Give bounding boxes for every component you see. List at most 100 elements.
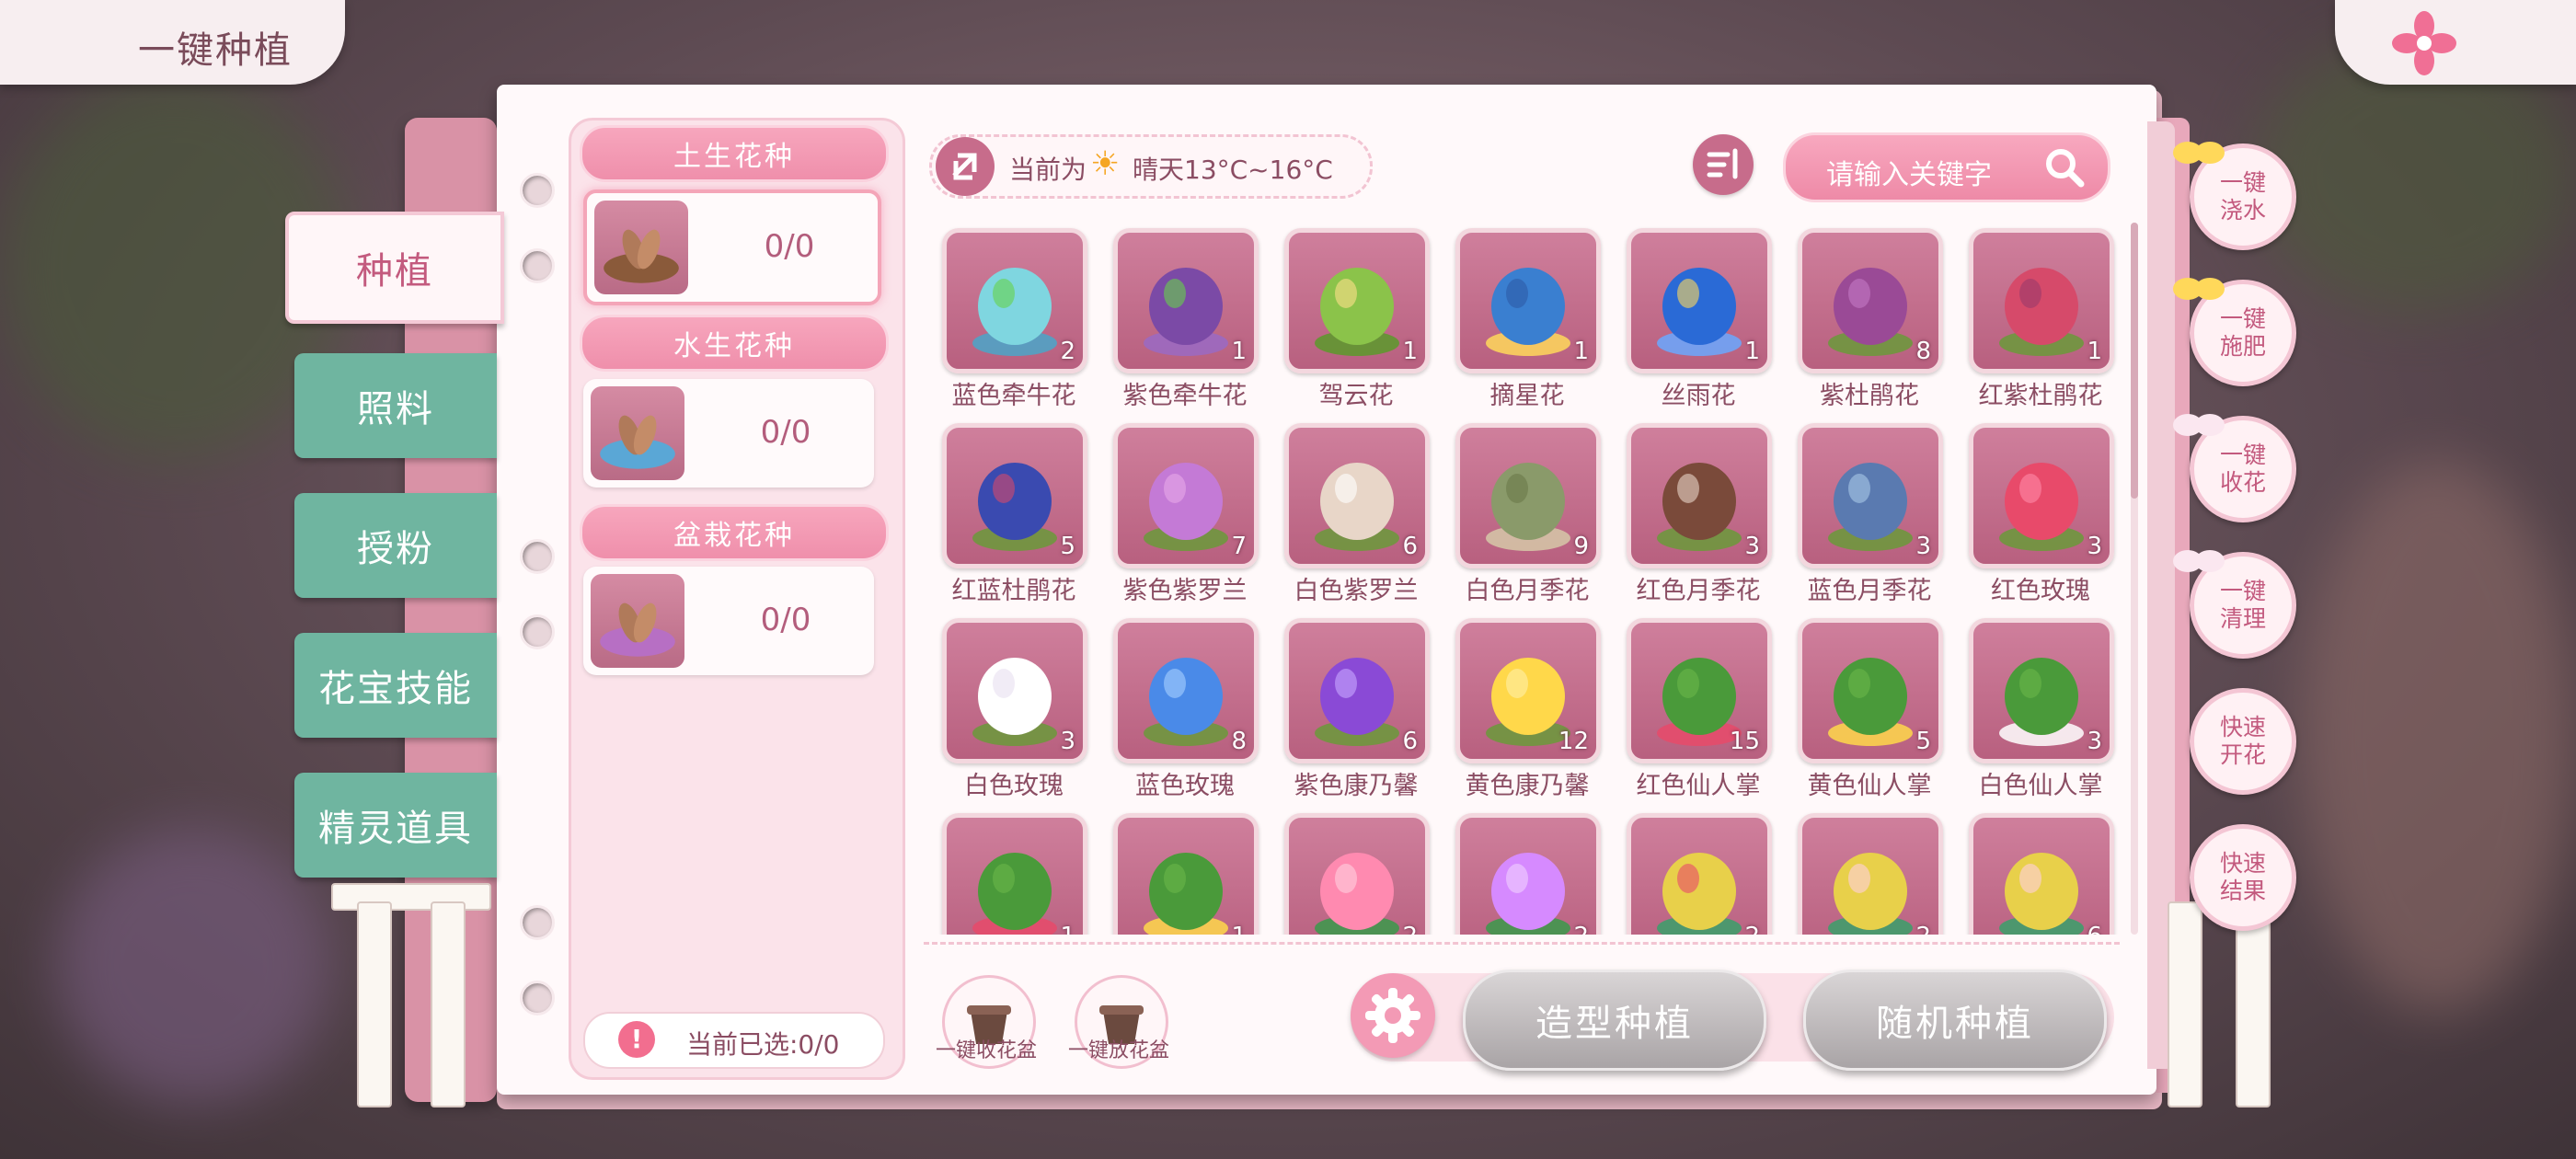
collect-pots-label: 一键收花盆 — [935, 1039, 1037, 1062]
butterfly-icon — [2173, 278, 2225, 300]
seed-icon: 3 — [1969, 618, 2114, 763]
side-button-line1: 快速 — [2219, 714, 2266, 740]
seed-item[interactable]: 7 紫色紫罗兰 — [1104, 418, 1275, 613]
sort-icon — [1707, 148, 1738, 179]
divider — [924, 942, 2120, 945]
close-button[interactable] — [2335, 0, 2576, 85]
side-button-line1: 一键 — [2219, 305, 2266, 332]
seed-count: 2 — [1402, 923, 1418, 935]
seed-icon: 1 — [1969, 228, 2114, 373]
shape-plant-label: 造型种植 — [1535, 1003, 1694, 1045]
gear-icon — [1365, 988, 1420, 1043]
tab-label: 种植 — [356, 250, 433, 293]
seed-name: 驾云花 — [1318, 382, 1394, 410]
tab-spirit-items[interactable]: 精灵道具 — [294, 773, 497, 878]
seed-name: 白色月季花 — [1465, 577, 1590, 605]
seed-icon: 2 — [1455, 813, 1601, 935]
seed-item[interactable]: 9 白色月季花 — [1446, 418, 1617, 613]
seed-item[interactable]: 5 红蓝杜鹃花 — [933, 418, 1104, 613]
seed-name: 红色月季花 — [1636, 577, 1761, 605]
weather-toggle-icon[interactable] — [936, 137, 995, 196]
seed-item[interactable]: 2 — [1275, 808, 1446, 935]
category-header-label: 土生花种 — [673, 141, 795, 173]
seed-item[interactable]: 12 黄色康乃馨 — [1446, 613, 1617, 808]
side-button-line2: 结果 — [2219, 878, 2266, 904]
shape-plant-button[interactable]: 造型种植 — [1463, 970, 1766, 1071]
seed-count: 2 — [1915, 923, 1931, 935]
seed-count: 2 — [1744, 923, 1760, 935]
scrollbar-thumb[interactable] — [2131, 223, 2138, 499]
seed-item[interactable]: 6 紫色康乃馨 — [1275, 613, 1446, 808]
seed-item[interactable]: 8 蓝色玫瑰 — [1104, 613, 1275, 808]
water-seed-icon — [591, 386, 684, 480]
side-button-line1: 快速 — [2219, 850, 2266, 877]
seed-item[interactable]: 2 — [1788, 808, 1960, 935]
side-button-line2: 浇水 — [2219, 197, 2266, 224]
side-button-line2: 施肥 — [2219, 333, 2266, 360]
seed-icon: 5 — [942, 423, 1087, 568]
butterfly-icon — [2173, 550, 2225, 572]
seed-icon: 5 — [1798, 618, 1943, 763]
seed-item[interactable]: 2 — [1446, 808, 1617, 935]
tab-care[interactable]: 照料 — [294, 353, 497, 458]
seed-item[interactable]: 3 红色玫瑰 — [1960, 418, 2120, 613]
seed-item[interactable]: 1 紫色牵牛花 — [1104, 223, 1275, 418]
seed-name: 蓝色月季花 — [1807, 577, 1932, 605]
seed-count: 2 — [1573, 923, 1589, 935]
binder-hole — [520, 614, 555, 649]
seed-icon: 2 — [1627, 813, 1772, 935]
tab-flower-skill[interactable]: 花宝技能 — [294, 633, 497, 738]
seed-item[interactable]: 5 黄色仙人掌 — [1788, 613, 1960, 808]
seed-icon: 3 — [1969, 423, 2114, 568]
category-item-pot[interactable]: 0/0 — [583, 567, 874, 675]
settings-button[interactable] — [1351, 973, 1435, 1058]
seed-item[interactable]: 1 红紫杜鹃花 — [1960, 223, 2120, 418]
seed-item[interactable]: 1 驾云花 — [1275, 223, 1446, 418]
category-item-soil[interactable]: 0/0 — [583, 189, 881, 305]
seed-count: 3 — [1744, 533, 1760, 560]
seed-icon: 9 — [1455, 423, 1601, 568]
seed-item[interactable]: 1 摘星花 — [1446, 223, 1617, 418]
seed-item[interactable]: 3 白色玫瑰 — [933, 613, 1104, 808]
seed-item[interactable]: 1 丝雨花 — [1617, 223, 1788, 418]
tab-label: 花宝技能 — [318, 668, 473, 710]
seed-item[interactable]: 6 白色紫罗兰 — [1275, 418, 1446, 613]
seed-item[interactable]: 6 — [1960, 808, 2120, 935]
quick-fruit-button[interactable]: 快速 结果 — [2190, 824, 2296, 931]
quick-bloom-button[interactable]: 快速 开花 — [2190, 688, 2296, 795]
binder-hole — [520, 905, 555, 940]
current-selection: ! 当前已选:0/0 — [583, 1012, 885, 1069]
seed-icon: 2 — [942, 228, 1087, 373]
seed-icon: 15 — [1627, 618, 1772, 763]
category-header-water: 水生花种 — [580, 315, 889, 372]
tab-planting[interactable]: 种植 — [285, 212, 504, 324]
seed-count: 7 — [1231, 533, 1247, 560]
seed-count: 3 — [2087, 533, 2102, 560]
seed-icon: 2 — [1798, 813, 1943, 935]
seed-item[interactable]: 1 — [933, 808, 1104, 935]
butterfly-icon — [2173, 142, 2225, 164]
seed-item[interactable]: 3 白色仙人掌 — [1960, 613, 2120, 808]
category-header-soil: 土生花种 — [580, 125, 889, 182]
fence-decoration — [331, 883, 491, 911]
seed-item[interactable]: 3 蓝色月季花 — [1788, 418, 1960, 613]
seed-item[interactable]: 1 — [1104, 808, 1275, 935]
seed-item[interactable]: 2 蓝色牵牛花 — [933, 223, 1104, 418]
random-plant-button[interactable]: 随机种植 — [1803, 970, 2107, 1071]
seed-name: 丝雨花 — [1661, 382, 1736, 410]
category-item-water[interactable]: 0/0 — [583, 379, 874, 488]
seed-item[interactable]: 3 红色月季花 — [1617, 418, 1788, 613]
seed-count: 1 — [1402, 338, 1418, 365]
seed-item[interactable]: 8 紫杜鹃花 — [1788, 223, 1960, 418]
exclamation-icon: ! — [618, 1021, 655, 1058]
search-icon[interactable] — [2041, 144, 2087, 190]
seed-name: 摘星花 — [1489, 382, 1565, 410]
tab-pollinate[interactable]: 授粉 — [294, 493, 497, 598]
weather-value: 晴天13°C~16°C — [1133, 155, 1333, 185]
seed-name: 蓝色玫瑰 — [1135, 772, 1235, 800]
seed-item[interactable]: 2 — [1617, 808, 1788, 935]
sort-button[interactable] — [1693, 134, 1754, 195]
sunny-icon: ☀ — [1090, 145, 1121, 183]
search-input[interactable]: 请输入关键字 — [1783, 132, 2110, 202]
seed-item[interactable]: 15 红色仙人掌 — [1617, 613, 1788, 808]
